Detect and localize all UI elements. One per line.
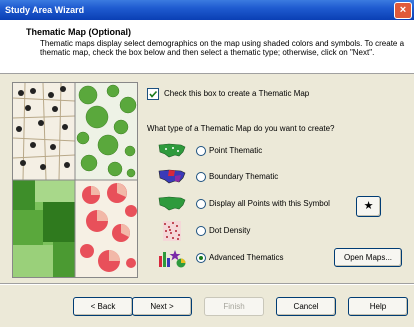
option-display-all-points[interactable]: Display all Points with this Symbol (157, 194, 377, 214)
us-map-green-dots-icon (158, 143, 186, 158)
boundary-thematic-radio[interactable] (196, 172, 206, 182)
point-thematic-radio[interactable] (196, 146, 206, 156)
thematic-type-question: What type of a Thematic Map do you want … (147, 124, 335, 133)
advanced-thematics-icon (159, 250, 186, 268)
advanced-thematics-label[interactable]: Advanced Thematics (209, 253, 284, 262)
back-button[interactable]: < Back (73, 297, 133, 316)
advanced-thematics-radio[interactable] (196, 253, 206, 263)
checkmark-icon (149, 90, 158, 98)
boundary-thematic-label[interactable]: Boundary Thematic (209, 172, 278, 181)
page-description: Thematic maps display select demographic… (40, 39, 405, 57)
create-thematic-checkbox[interactable] (147, 88, 159, 100)
open-maps-button[interactable]: Open Maps... (334, 248, 402, 267)
option-dot-density[interactable]: Dot Density (157, 221, 377, 241)
next-button[interactable]: Next > (132, 297, 192, 316)
point-thematic-label[interactable]: Point Thematic (209, 146, 262, 155)
wizard-header: Thematic Map (Optional) Thematic maps di… (0, 20, 414, 74)
close-icon[interactable]: × (394, 2, 412, 19)
thematic-maps-image (13, 83, 137, 277)
title-bar[interactable]: Study Area Wizard × (0, 0, 414, 20)
display-all-points-label[interactable]: Display all Points with this Symbol (209, 199, 330, 208)
us-map-colored-states-icon (158, 169, 186, 184)
symbol-picker-button[interactable]: ★ (356, 196, 381, 217)
cancel-button[interactable]: Cancel (276, 297, 336, 316)
us-map-green-icon (158, 196, 186, 211)
create-thematic-label[interactable]: Check this box to create a Thematic Map (164, 89, 309, 98)
dot-density-radio[interactable] (196, 226, 206, 236)
help-button[interactable]: Help (348, 297, 408, 316)
thematic-maps-illustration (12, 82, 138, 278)
dot-density-icon (163, 221, 181, 241)
study-area-wizard-window: Study Area Wizard × Thematic Map (Option… (0, 0, 414, 327)
star-icon: ★ (363, 200, 374, 212)
window-title: Study Area Wizard (5, 5, 85, 15)
option-boundary-thematic[interactable]: Boundary Thematic (157, 167, 377, 187)
footer-divider (0, 283, 414, 285)
dot-density-label[interactable]: Dot Density (209, 226, 250, 235)
page-title: Thematic Map (Optional) (26, 27, 132, 37)
display-all-points-radio[interactable] (196, 199, 206, 209)
finish-button[interactable]: Finish (204, 297, 264, 316)
option-point-thematic[interactable]: Point Thematic (157, 141, 377, 161)
